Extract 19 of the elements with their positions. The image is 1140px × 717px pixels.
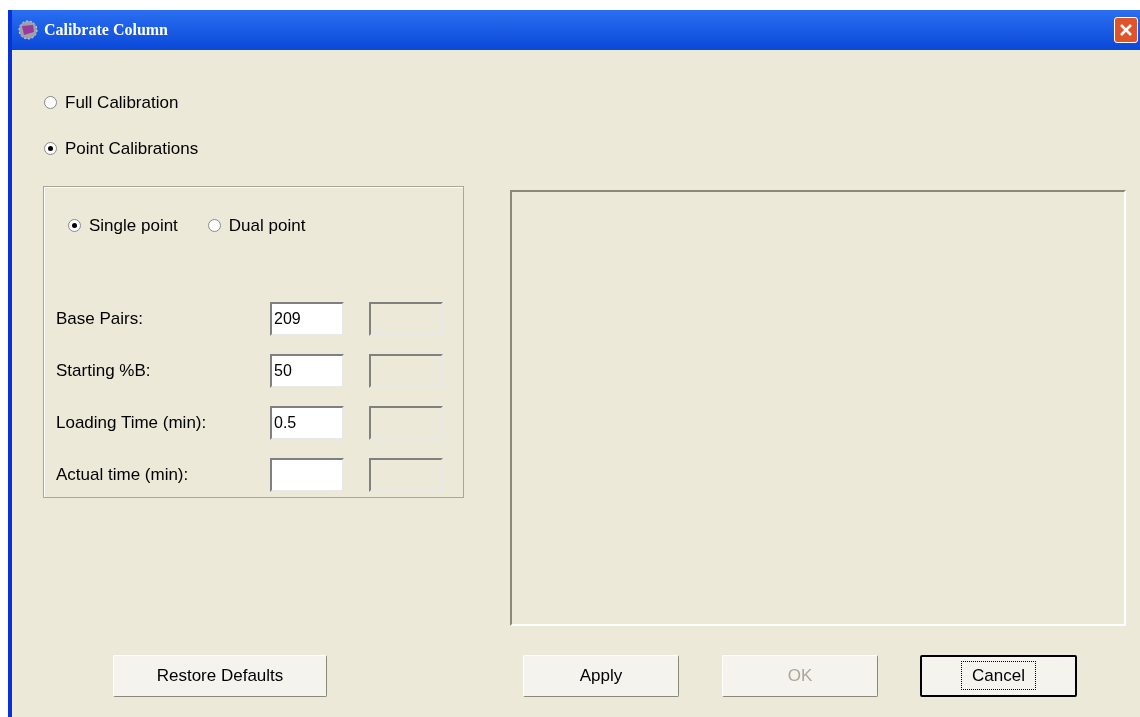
input-field[interactable]: 0.5 [270, 406, 344, 440]
input-field[interactable] [270, 458, 344, 492]
radio-option[interactable]: Dual point [207, 213, 306, 239]
field-label: Base Pairs: [56, 308, 144, 331]
dialog-button[interactable]: Apply [523, 655, 679, 697]
close-icon [1119, 23, 1133, 37]
radio-option[interactable]: Single point [68, 213, 178, 239]
dialog-button[interactable]: Cancel [920, 655, 1077, 697]
input-field[interactable]: 50 [270, 354, 344, 388]
window-title: Calibrate Column [44, 20, 168, 40]
field-label: Starting %B: [56, 360, 152, 383]
dialog-button[interactable]: Restore Defaults [113, 655, 327, 697]
field-label: Actual time (min): [56, 464, 190, 487]
radio-option[interactable]: Full Calibration [44, 90, 199, 116]
field-label: Loading Time (min): [56, 412, 208, 435]
close-button[interactable] [1114, 17, 1138, 43]
input-field[interactable]: 209 [270, 302, 344, 336]
sphere-icon [18, 20, 38, 40]
radio-option[interactable]: Point Calibrations [44, 135, 199, 161]
